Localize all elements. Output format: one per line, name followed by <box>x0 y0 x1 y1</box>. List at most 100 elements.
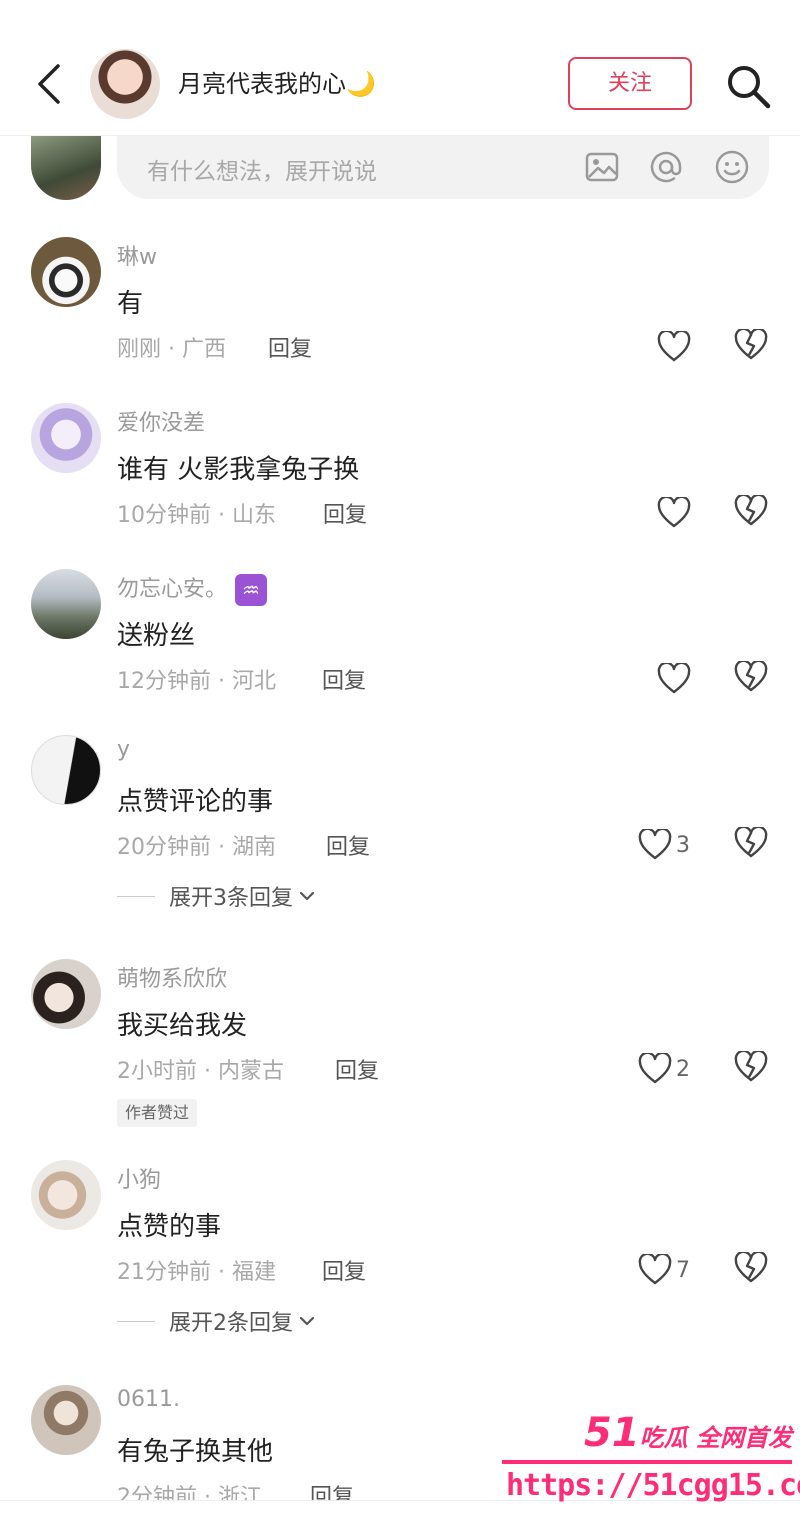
watermark-url: https://51cgg15.com <box>506 1468 800 1503</box>
reply-button[interactable]: 回复 <box>322 663 366 695</box>
comment-location: 广西 <box>182 337 227 362</box>
search-button[interactable] <box>724 62 772 110</box>
dislike-button[interactable] <box>734 825 770 863</box>
broken-heart-icon <box>734 327 768 360</box>
commenter-name[interactable]: 琳w <box>117 239 157 271</box>
top-nav-bar: 月亮代表我的心🌙 关注 <box>0 0 800 136</box>
like-button[interactable]: 2 <box>638 1051 690 1087</box>
aquarius-icon: ♒ <box>235 574 268 606</box>
search-icon <box>728 66 771 109</box>
watermark-number: 51 <box>583 1410 640 1456</box>
comment-input[interactable]: 有什么想法，展开说说 <box>117 136 769 199</box>
heart-icon <box>657 663 691 694</box>
comment-text: 点赞的事 <box>117 1212 222 1242</box>
comment-meta: 刚刚 · 广西 <box>117 337 227 362</box>
like-button[interactable] <box>657 329 691 365</box>
dislike-button[interactable] <box>734 327 770 365</box>
commenter-avatar[interactable] <box>31 403 101 473</box>
my-avatar <box>31 136 101 200</box>
comment-text: 有兔子换其他 <box>117 1437 274 1467</box>
comment-meta: 10分钟前 · 山东 <box>117 503 276 528</box>
watermark-line <box>502 1460 792 1464</box>
reply-button[interactable]: 回复 <box>268 331 312 363</box>
commenter-avatar[interactable] <box>31 1160 101 1230</box>
heart-icon <box>638 829 672 860</box>
comment-text: 谁有 火影我拿兔子换 <box>117 455 360 485</box>
reply-button[interactable]: 回复 <box>326 829 370 861</box>
back-button[interactable] <box>30 60 70 108</box>
comment-location: 河北 <box>231 669 276 694</box>
comment-location: 福建 <box>231 1260 276 1285</box>
comment-input-row: 有什么想法，展开说说 <box>0 136 800 206</box>
heart-icon <box>638 1053 672 1084</box>
watermark-brand: 51吃瓜 全网首发 <box>584 1410 792 1456</box>
commenter-avatar[interactable] <box>31 959 101 1029</box>
dislike-button[interactable] <box>734 1250 770 1288</box>
commenter-name[interactable]: 0611. <box>117 1387 180 1412</box>
chevron-down-icon <box>299 891 315 901</box>
comment-meta: 21分钟前 · 福建 <box>117 1260 276 1285</box>
commenter-name[interactable]: 小狗 <box>117 1162 161 1194</box>
commenter-avatar[interactable] <box>31 569 101 639</box>
comment-time: 10分钟前 <box>117 503 211 528</box>
watermark-slogan: 吃瓜 全网首发 <box>639 1424 792 1452</box>
like-button[interactable] <box>657 661 691 697</box>
comment-meta: 2小时前 · 内蒙古 <box>117 1059 284 1084</box>
heart-icon <box>657 331 691 362</box>
heart-icon <box>638 1254 672 1285</box>
comment-time: 12分钟前 <box>117 669 211 694</box>
comment-time: 刚刚 <box>117 337 162 362</box>
dislike-button[interactable] <box>734 1049 770 1087</box>
comment-text: 我买给我发 <box>117 1011 248 1041</box>
heart-icon <box>657 497 691 528</box>
chevron-down-icon <box>299 1316 315 1326</box>
comment-input-placeholder: 有什么想法，展开说说 <box>147 159 377 185</box>
commenter-avatar[interactable] <box>31 1385 101 1455</box>
expand-replies-button[interactable]: 展开3条回复 <box>117 881 315 911</box>
comment-time: 20分钟前 <box>117 835 211 860</box>
expand-replies-label: 展开2条回复 <box>169 1311 293 1336</box>
emoji-icon[interactable] <box>713 148 751 186</box>
comment-time: 21分钟前 <box>117 1260 211 1285</box>
comment-location: 内蒙古 <box>217 1059 284 1084</box>
like-count: 2 <box>676 1056 690 1082</box>
broken-heart-icon <box>734 493 768 526</box>
commenter-name[interactable]: 萌物系欣欣 <box>117 961 227 993</box>
comment-meta: 20分钟前 · 湖南 <box>117 835 276 860</box>
commenter-name[interactable]: y <box>117 737 130 762</box>
follow-button[interactable]: 关注 <box>568 57 692 110</box>
like-button[interactable]: 3 <box>638 827 690 863</box>
divider <box>117 1320 155 1322</box>
chevron-left-icon <box>38 64 60 104</box>
reply-button[interactable]: 回复 <box>335 1053 379 1085</box>
like-button[interactable]: 7 <box>638 1252 690 1288</box>
commenter-avatar[interactable] <box>31 237 101 307</box>
author-name[interactable]: 月亮代表我的心🌙 <box>178 64 376 99</box>
comment-text: 点赞评论的事 <box>117 787 274 817</box>
at-mention-icon[interactable] <box>647 148 685 186</box>
broken-heart-icon <box>734 659 768 692</box>
comment-text: 有 <box>117 289 144 319</box>
expand-replies-label: 展开3条回复 <box>169 886 293 911</box>
commenter-avatar[interactable] <box>31 735 101 805</box>
dislike-button[interactable] <box>734 659 770 697</box>
image-icon[interactable] <box>583 148 621 186</box>
comment-location: 山东 <box>231 503 276 528</box>
commenter-name[interactable]: 爱你没差 <box>117 405 205 437</box>
comment-meta: 12分钟前 · 河北 <box>117 669 276 694</box>
like-button[interactable] <box>657 495 691 531</box>
comment-location: 湖南 <box>231 835 276 860</box>
broken-heart-icon <box>734 1250 768 1283</box>
author-liked-tag: 作者赞过 <box>117 1099 198 1127</box>
comment-time: 2小时前 <box>117 1059 197 1084</box>
watermark: 51吃瓜 全网首发 https://51cgg15.com <box>500 1410 800 1520</box>
dislike-button[interactable] <box>734 493 770 531</box>
like-count: 3 <box>676 832 690 858</box>
commenter-name[interactable]: 勿忘心安。 ♒ <box>117 571 268 606</box>
reply-button[interactable]: 回复 <box>322 1254 366 1286</box>
author-avatar[interactable] <box>90 49 160 119</box>
comment-text: 送粉丝 <box>117 621 196 651</box>
broken-heart-icon <box>734 825 768 858</box>
reply-button[interactable]: 回复 <box>323 497 367 529</box>
expand-replies-button[interactable]: 展开2条回复 <box>117 1306 315 1336</box>
